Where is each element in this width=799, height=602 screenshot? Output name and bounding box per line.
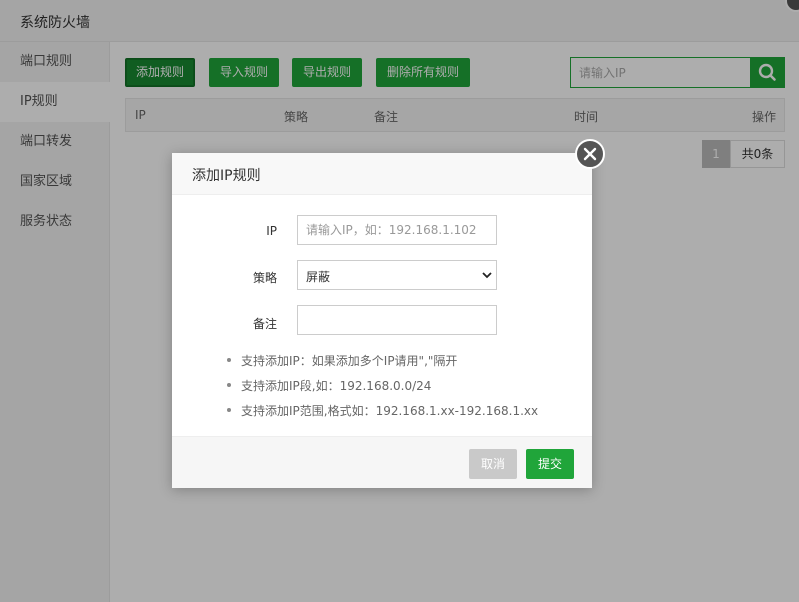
chevron-down-icon: [482, 272, 492, 279]
tip-text: 支持添加IP段,如：192.168.0.0/24: [241, 379, 432, 393]
submit-button[interactable]: 提交: [526, 449, 574, 479]
ip-field-label: IP: [266, 224, 277, 238]
remark-field-label: 备注: [252, 317, 277, 331]
bullet-icon: [227, 383, 231, 387]
policy-selected-value: 屏蔽: [306, 270, 331, 284]
close-icon: [583, 147, 597, 161]
bullet-icon: [227, 358, 231, 362]
cancel-button[interactable]: 取消: [469, 449, 517, 479]
tip-text: 支持添加IP：如果添加多个IP请用","隔开: [241, 354, 458, 368]
policy-select[interactable]: 屏蔽: [297, 260, 497, 290]
tip-text: 支持添加IP范围,格式如：192.168.1.xx-192.168.1.xx: [241, 404, 539, 418]
add-ip-rule-dialog: 添加IP规则 IP 策略 屏蔽 备注 支持添加IP：如果添加多个IP请用","隔…: [172, 139, 605, 488]
dialog-footer: 取消 提交: [172, 436, 592, 488]
policy-field-label: 策略: [252, 271, 277, 285]
bullet-icon: [227, 408, 231, 412]
dialog-close-button[interactable]: [575, 139, 605, 169]
dialog-title: 添加IP规则: [192, 168, 261, 184]
remark-input[interactable]: [297, 305, 497, 335]
dialog-header: 添加IP规则: [172, 153, 592, 195]
ip-input[interactable]: [297, 215, 497, 245]
